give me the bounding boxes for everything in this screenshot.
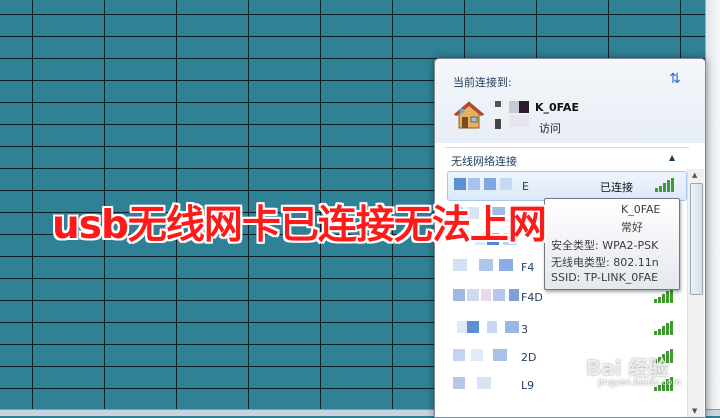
network-name: 3 — [521, 323, 528, 336]
current-connection-label: 当前连接到: — [453, 76, 512, 89]
network-name: 2D — [521, 351, 537, 364]
tooltip-radio: 无线电类型: 802.11n — [551, 256, 659, 269]
network-item[interactable]: 3 — [447, 315, 685, 343]
redacted-ssid — [453, 377, 523, 391]
current-network-name: K_0FAE — [535, 101, 579, 114]
network-tooltip: K_0FAE 常好 安全类型: WPA2-PSK 无线电类型: 802.11n … — [544, 198, 680, 290]
watermark-url: jingyan.baidu.com — [598, 378, 682, 388]
tooltip-name: K_0FAE — [621, 203, 661, 216]
redacted-block — [519, 101, 529, 113]
redacted-block — [509, 115, 529, 127]
home-network-icon — [453, 101, 485, 129]
network-name: F4 — [521, 261, 535, 274]
tooltip-signal: 常好 — [621, 221, 643, 234]
network-name: L9 — [521, 379, 535, 392]
signal-bars-icon — [655, 178, 674, 192]
watermark-logo: Bai 经验 — [586, 356, 669, 380]
network-name: E — [522, 180, 529, 193]
network-name: F4D — [521, 291, 543, 304]
redacted-ssid — [453, 349, 523, 363]
scroll-up-icon[interactable]: ▲ — [692, 171, 697, 179]
signal-bars-icon — [654, 289, 673, 303]
overlay-title: usb无线网卡已连接无法上网 — [52, 203, 547, 248]
redacted-block — [495, 119, 501, 129]
redacted-ssid — [454, 178, 524, 192]
connection-status: 已连接 — [600, 181, 633, 194]
scroll-down-icon[interactable]: ▼ — [692, 407, 697, 415]
tooltip-security: 安全类型: WPA2-PSK — [551, 239, 659, 252]
refresh-icon[interactable]: ⇅ — [667, 71, 683, 87]
signal-bars-icon — [654, 321, 673, 335]
scrollbar[interactable]: ▲ ▼ — [687, 169, 704, 417]
redacted-block — [509, 101, 519, 113]
redacted-ssid — [453, 321, 523, 335]
tooltip-ssid: SSID: TP-LINK_0FAE — [551, 271, 659, 284]
divider — [445, 147, 689, 148]
redacted-ssid — [453, 259, 523, 273]
window-edge — [705, 0, 720, 416]
chevron-up-icon[interactable]: ▲ — [669, 153, 675, 162]
current-network-access: 访问 — [539, 122, 561, 135]
redacted-ssid — [453, 289, 523, 303]
scroll-thumb[interactable] — [690, 183, 703, 295]
redacted-block — [495, 101, 501, 107]
section-title: 无线网络连接 — [451, 155, 517, 168]
